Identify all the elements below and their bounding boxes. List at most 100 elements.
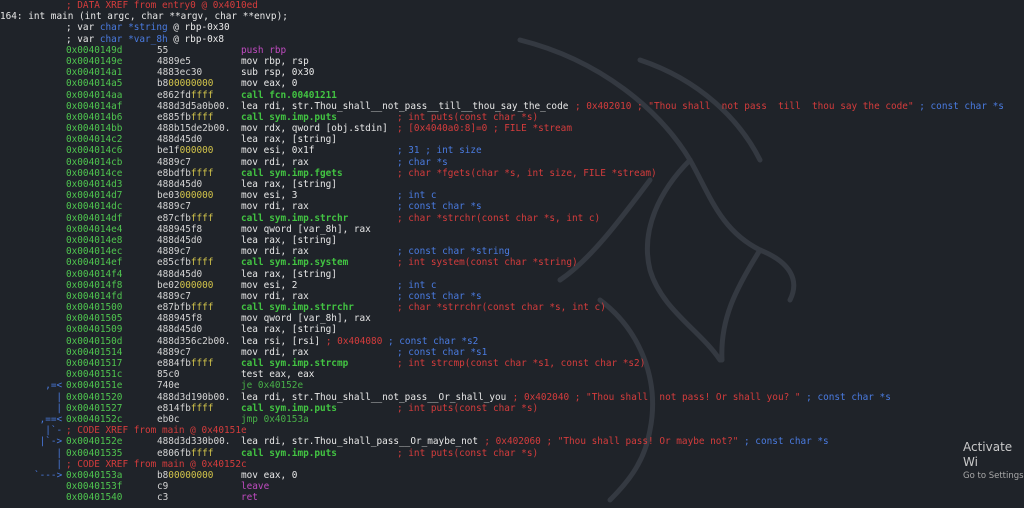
instruction-address[interactable]: 0x00401540 xyxy=(66,492,122,503)
instruction-comment: ; int strcmp(const char *s1, const char … xyxy=(397,358,645,369)
jump-arrow: | xyxy=(56,402,63,414)
instruction-bytes: e862fdffff xyxy=(157,90,213,101)
disasm-line: 0x004014ec 4889c7 mov rdi, rax ; const char… xyxy=(0,246,1024,257)
instruction-address[interactable]: 0x0040153a xyxy=(66,470,122,481)
instruction-address[interactable]: 0x00401527 xyxy=(66,403,122,414)
watermark-subtitle: Go to Settings xyxy=(963,471,1024,481)
disasm-line: 0x004014d3 488d45d0 lea rax, [string] xyxy=(0,179,1024,190)
instruction-bytes: 488d3d330b00. xyxy=(157,436,230,447)
instruction-address[interactable]: 0x004014f4 xyxy=(66,269,122,280)
instruction-address[interactable]: 0x0040149d xyxy=(66,45,122,56)
instruction-address[interactable]: 0x0040152e xyxy=(66,436,122,447)
instruction-address[interactable]: 0x0040152c xyxy=(66,414,122,425)
instruction-mnemonic: call sym.imp.puts xyxy=(241,402,337,414)
bytes-part-1: be03 xyxy=(157,190,180,202)
bytes-part-1: 488d3d5a0b00. xyxy=(157,100,231,112)
instruction-mnemonic: mov rdi, rax xyxy=(241,290,309,302)
instruction-address[interactable]: 0x004014d3 xyxy=(66,179,122,190)
disasm-line: 0x004014ef e85cfbffff call sym.imp.system;… xyxy=(0,257,1024,268)
instruction-address[interactable]: 0x004014ec xyxy=(66,246,122,257)
instruction-address[interactable]: 0x00401517 xyxy=(66,358,122,369)
instruction-comment: ; int puts(const char *s) xyxy=(397,403,538,414)
instruction-address[interactable]: 0x0040150d xyxy=(66,336,122,347)
bytes-part-1: c9 xyxy=(157,481,169,493)
bytes-part-1: c3 xyxy=(157,492,169,504)
instruction-address[interactable]: 0x0040151e xyxy=(66,380,122,391)
instruction-mnemonic: lea rax, [string] xyxy=(241,179,337,190)
bytes-part-1: 488d3d190b00. xyxy=(157,391,231,403)
instruction-address[interactable]: 0x004014a1 xyxy=(66,67,122,78)
instruction-address[interactable]: 0x004014c2 xyxy=(66,134,122,145)
instruction-address[interactable]: 0x004014fd xyxy=(66,291,122,302)
disasm-line: 0x004014e4 488945f8 mov qword [var_8h], ra… xyxy=(0,224,1024,235)
instruction-address[interactable]: 0x004014aa xyxy=(66,90,122,101)
comment-text: ; char *fgets(char *s, int size, FILE *s… xyxy=(397,167,657,179)
bytes-part-2: 00000000 xyxy=(168,78,214,90)
instruction-bytes: 488d356c2b00. xyxy=(157,336,230,347)
function-signature: 164: int main (int argc, char **argv, ch… xyxy=(0,11,288,22)
disasm-line: 0x00401514 4889c7 mov rdi, rax ; const char… xyxy=(0,347,1024,358)
disasm-line: 0x004014aa e862fdffff call fcn.00401211 xyxy=(0,90,1024,101)
bytes-part-2: ffff xyxy=(190,402,214,414)
instruction-address[interactable]: 0x004014df xyxy=(66,213,122,224)
function-sig-text: int main (int argc, char **argv, char **… xyxy=(28,11,288,23)
bytes-part-1: e885fb xyxy=(157,111,191,123)
disasm-line: 0x00401509 488d45d0 lea rax, [string] xyxy=(0,324,1024,335)
instruction-bytes: 4889e5 xyxy=(157,56,191,67)
instruction-address[interactable]: 0x004014d7 xyxy=(66,190,122,201)
disasm-line: ,==< 0x0040152c eb0c jmp 0x40153a xyxy=(0,414,1024,425)
instruction-address[interactable]: 0x004014cb xyxy=(66,157,122,168)
instruction-address[interactable]: 0x00401505 xyxy=(66,313,122,324)
instruction-address[interactable]: 0x00401520 xyxy=(66,392,122,403)
bytes-part-1: 4889c7 xyxy=(157,346,191,358)
instruction-address[interactable]: 0x004014ce xyxy=(66,168,122,179)
disasm-line: 0x0040153f c9 leave xyxy=(0,481,1024,492)
instruction-mnemonic: push rbp xyxy=(241,44,287,56)
instruction-address[interactable]: 0x00401514 xyxy=(66,347,122,358)
instruction-mnemonic: mov rdi, rax xyxy=(241,201,309,213)
instruction-address[interactable]: 0x0040151c xyxy=(66,369,122,380)
instruction-address[interactable]: 0x004014af xyxy=(66,101,122,112)
instruction-bytes: 4889c7 xyxy=(157,201,191,212)
instruction-address[interactable]: 0x004014f8 xyxy=(66,280,122,291)
instruction-address[interactable]: 0x00401535 xyxy=(66,448,122,459)
instruction-address[interactable]: 0x00401500 xyxy=(66,302,122,313)
bytes-part-1: 85c0 xyxy=(157,369,180,381)
instruction-address[interactable]: 0x004014a5 xyxy=(66,78,122,89)
disasm-line: 0x004014c2 488d45d0 lea rax, [string] xyxy=(0,134,1024,145)
instruction-mnemonic: mov eax, 0 xyxy=(241,469,298,481)
comment-text: ; int strcmp(const char *s1, const char … xyxy=(397,358,646,369)
bytes-part-1: 740e xyxy=(157,380,180,392)
instruction-address[interactable]: 0x004014e8 xyxy=(66,235,122,246)
instruction-address[interactable]: 0x004014ef xyxy=(66,257,122,268)
var-prefix: ; var xyxy=(66,22,100,34)
instruction-address[interactable]: 0x0040149e xyxy=(66,56,122,67)
instruction-mnemonic: lea rax, [string] xyxy=(241,134,337,146)
bytes-part-1: 4889c7 xyxy=(157,290,191,302)
bytes-part-1: 488d45d0 xyxy=(157,324,203,336)
instruction-address[interactable]: 0x0040153f xyxy=(66,481,122,492)
disasm-line: 0x004014ce e8bdfbffff call sym.imp.fgets ; … xyxy=(0,168,1024,179)
instruction-comment: ; const char *s1 xyxy=(397,347,487,358)
instruction-address[interactable]: 0x004014b6 xyxy=(66,112,122,123)
disasm-line: ; var char *string @ rbp-0x30 xyxy=(0,22,1024,33)
instruction-mnemonic: call sym.imp.strrchr xyxy=(241,302,354,314)
instruction-bytes: 488d3d5a0b00. xyxy=(157,101,230,112)
instruction-address[interactable]: 0x004014bb xyxy=(66,123,122,134)
comment-text: ; char *strrchr(const char *s, int c) xyxy=(397,302,606,314)
instruction-address[interactable]: 0x004014e4 xyxy=(66,224,122,235)
bytes-part-2: ffff xyxy=(190,212,214,224)
instruction-mnemonic: mov rdi, rax xyxy=(241,156,309,168)
disasm-line: 0x004014f4 488d45d0 lea rax, [string] xyxy=(0,269,1024,280)
instruction-address[interactable]: 0x004014c6 xyxy=(66,145,122,156)
instruction-mnemonic: mov esi, 3 xyxy=(241,190,298,202)
instruction-address[interactable]: 0x004014dc xyxy=(66,201,122,212)
instruction-comment: ; 0x402010 ; "Thou shall not pass till t… xyxy=(575,101,1004,112)
var-offset: @ rbp-0x30 xyxy=(167,22,230,34)
instruction-address[interactable]: 0x00401509 xyxy=(66,324,122,335)
comment-text: ; 0x404080 xyxy=(325,335,383,347)
instruction-comment: ; 0x404080 ; const char *s2 xyxy=(326,336,478,347)
disasm-line: 0x004014f8 be02000000 mov esi, 2 ; int c xyxy=(0,280,1024,291)
bytes-part-1: 488d45d0 xyxy=(157,134,203,146)
disasm-line: ; var char *var_8h @ rbp-0x8 xyxy=(0,34,1024,45)
